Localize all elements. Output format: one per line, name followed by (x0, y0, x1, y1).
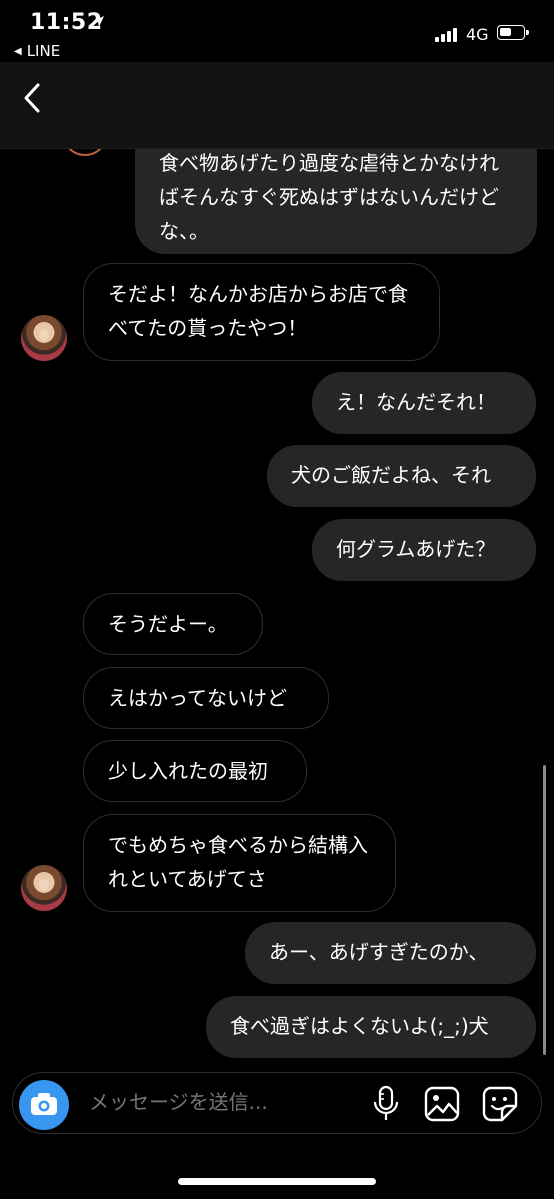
message-text: えはかってないけど (108, 686, 287, 710)
message-bubble-sent[interactable]: 食べ過ぎはよくないよ(;_;)犬 (206, 996, 536, 1058)
camera-button[interactable] (19, 1080, 69, 1130)
message-text: あー、あげすぎたのか、 (269, 940, 489, 964)
message-bubble-received[interactable]: でもめちゃ食べるから結構入れといてあげてさ (83, 814, 396, 912)
message-bubble-sent[interactable]: あー、あげすぎたのか、 (245, 922, 536, 984)
microphone-icon (373, 1085, 399, 1120)
scrollbar[interactable] (543, 765, 546, 1055)
gallery-button[interactable] (424, 1086, 460, 1126)
location-arrow-icon (92, 14, 105, 32)
message-bubble-received[interactable]: そうだよー。 (83, 593, 263, 655)
message-bubble-received[interactable]: そだよ！なんかお店からお店で食べてたの貰ったやつ！ (83, 263, 440, 361)
message-bubble-received[interactable]: 少し入れたの最初 (83, 740, 307, 802)
home-indicator[interactable] (178, 1178, 376, 1185)
back-to-app-link[interactable]: ◀ LINE (14, 42, 60, 60)
sticker-icon (482, 1086, 518, 1122)
header-overlay (0, 62, 554, 149)
image-icon (424, 1086, 460, 1122)
back-button-overlay[interactable] (20, 81, 44, 115)
message-text: 犬のご飯だよね、それ (291, 463, 491, 487)
message-bubble-sent[interactable]: え！なんだそれ！ (312, 372, 536, 434)
message-bubble-received[interactable]: えはかってないけど (83, 667, 329, 729)
sender-avatar[interactable] (21, 865, 67, 911)
back-app-label: LINE (26, 42, 61, 60)
back-triangle-icon: ◀ (14, 45, 22, 57)
message-text: 食べ物あげたり過度な虐待とかなければそんなすぐ死ぬはずはないんだけどな、。 (159, 151, 499, 243)
message-text: 何グラムあげた？ (336, 537, 496, 561)
microphone-button[interactable] (372, 1085, 400, 1127)
message-text: え！なんだそれ！ (336, 390, 496, 414)
signal-icon (435, 28, 459, 42)
sticker-button[interactable] (482, 1086, 518, 1126)
sender-avatar[interactable] (21, 315, 67, 361)
message-input[interactable] (89, 1090, 349, 1114)
message-text: 食べ過ぎはよくないよ(;_;)犬 (230, 1014, 489, 1038)
message-text: 少し入れたの最初 (108, 759, 268, 783)
camera-icon (31, 1093, 57, 1115)
chevron-left-icon (24, 83, 40, 113)
network-type: 4G (466, 25, 489, 44)
message-text: そうだよー。 (108, 612, 228, 636)
battery-icon (497, 25, 529, 40)
message-bubble-sent[interactable]: 何グラムあげた？ (312, 519, 536, 581)
message-text: でもめちゃ食べるから結構入れといてあげてさ (108, 833, 368, 891)
message-text: そだよ！なんかお店からお店で食べてたの貰ったやつ！ (108, 282, 408, 340)
message-bubble-sent[interactable]: 犬のご飯だよね、それ (267, 445, 536, 507)
